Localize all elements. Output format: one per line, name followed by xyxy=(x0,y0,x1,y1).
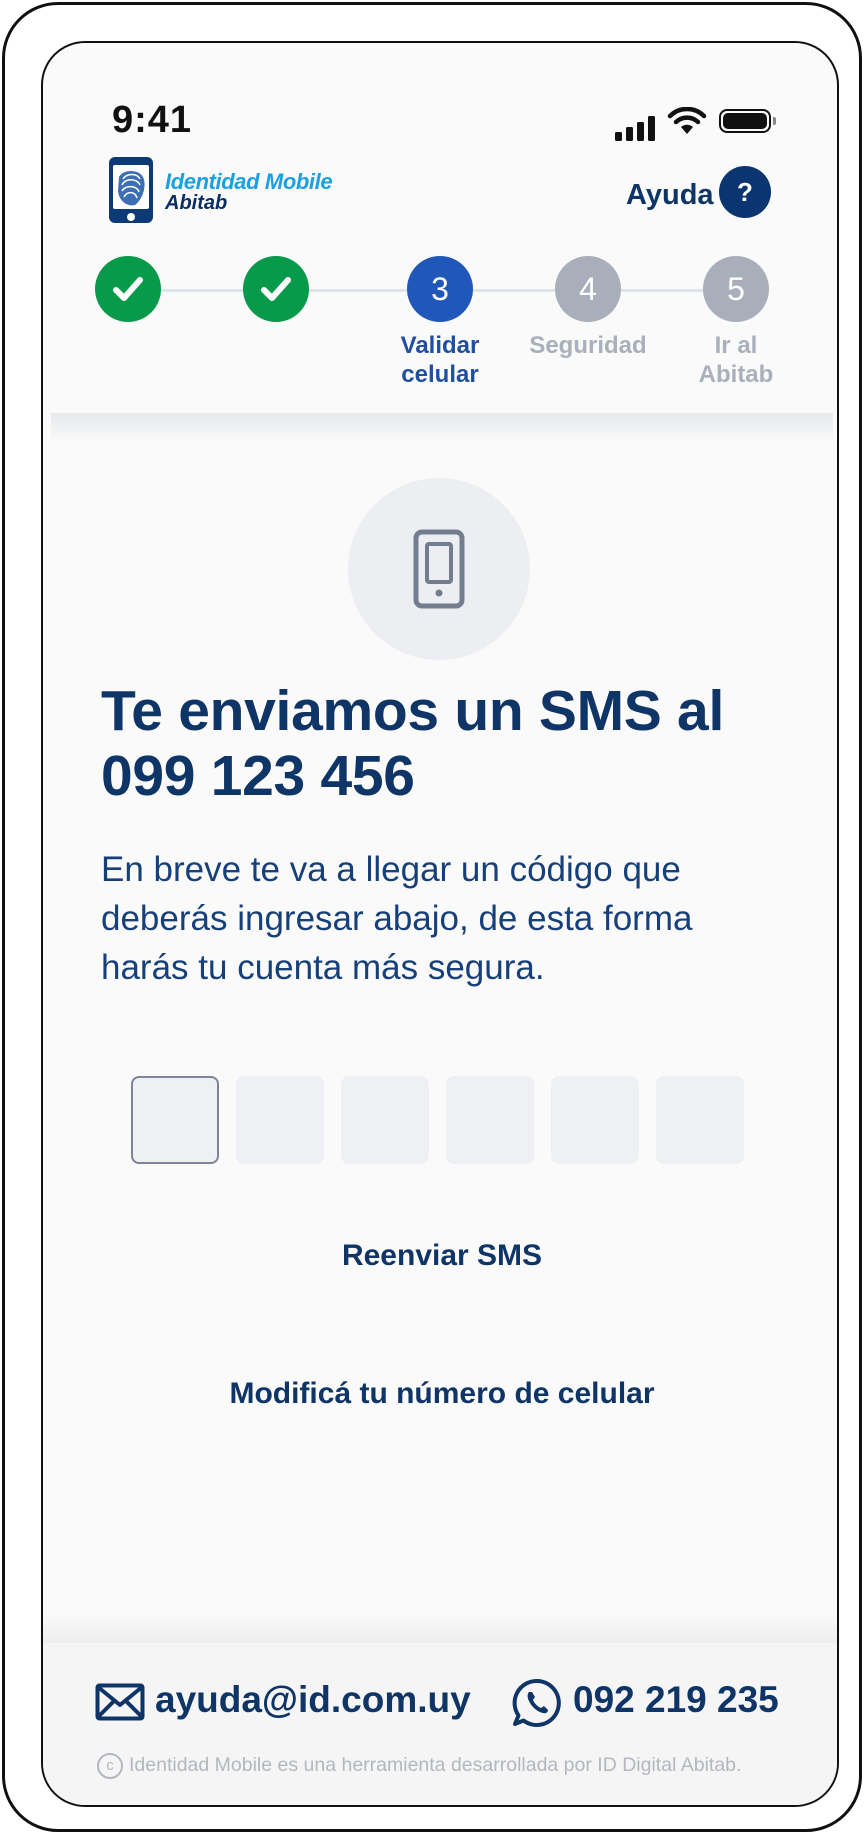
code-digit-input-6[interactable] xyxy=(656,1076,744,1164)
wifi-icon xyxy=(667,107,707,134)
mail-icon xyxy=(95,1683,145,1721)
checkmark-icon xyxy=(113,277,143,301)
header-divider xyxy=(51,413,833,443)
whatsapp-icon xyxy=(512,1678,561,1727)
footer xyxy=(43,1643,837,1805)
page-title: Te enviamos un SMS al 099 123 456 xyxy=(101,679,724,808)
code-digit-input-1[interactable] xyxy=(131,1076,219,1164)
help-label[interactable]: Ayuda xyxy=(626,179,714,212)
support-phone-link[interactable]: 092 219 235 xyxy=(573,1679,779,1721)
code-digit-input-4[interactable] xyxy=(446,1076,534,1164)
step-4-label: Seguridad xyxy=(529,332,647,359)
step-5-label: Ir al Abitab xyxy=(698,332,774,388)
help-icon[interactable]: ? xyxy=(719,166,771,218)
status-time: 9:41 xyxy=(112,99,193,141)
cellular-signal-icon xyxy=(615,115,657,141)
battery-icon xyxy=(719,109,771,133)
copyright-icon: c xyxy=(97,1753,123,1779)
code-digit-input-3[interactable] xyxy=(341,1076,429,1164)
logo-icon xyxy=(109,157,153,223)
copyright-text: Identidad Mobile es una herramienta desa… xyxy=(129,1754,742,1776)
footer-divider xyxy=(43,1613,837,1643)
phone-screen: 9:41 Identidad Mobile Abitab Ayuda ? 3 4… xyxy=(41,41,839,1807)
device-outer-frame: 9:41 Identidad Mobile Abitab Ayuda ? 3 4… xyxy=(2,2,862,1832)
step-1-completed xyxy=(95,256,161,322)
logo-text-secondary: Abitab xyxy=(165,192,228,214)
step-3-label: Validar celular xyxy=(400,332,480,388)
modify-number-link[interactable]: Modificá tu número de celular xyxy=(43,1377,837,1411)
smartphone-icon xyxy=(348,478,530,660)
resend-sms-link[interactable]: Reenviar SMS xyxy=(43,1239,837,1273)
step-4-pending: 4 xyxy=(555,256,621,322)
step-3-current: 3 xyxy=(407,256,473,322)
step-5-pending: 5 xyxy=(703,256,769,322)
instructions-text: En breve te va a llegar un código que de… xyxy=(101,850,693,987)
code-digit-input-5[interactable] xyxy=(551,1076,639,1164)
battery-tip xyxy=(773,117,776,125)
code-digit-input-2[interactable] xyxy=(236,1076,324,1164)
checkmark-icon xyxy=(261,277,291,301)
support-email-link[interactable]: ayuda@id.com.uy xyxy=(155,1679,471,1721)
step-2-completed xyxy=(243,256,309,322)
